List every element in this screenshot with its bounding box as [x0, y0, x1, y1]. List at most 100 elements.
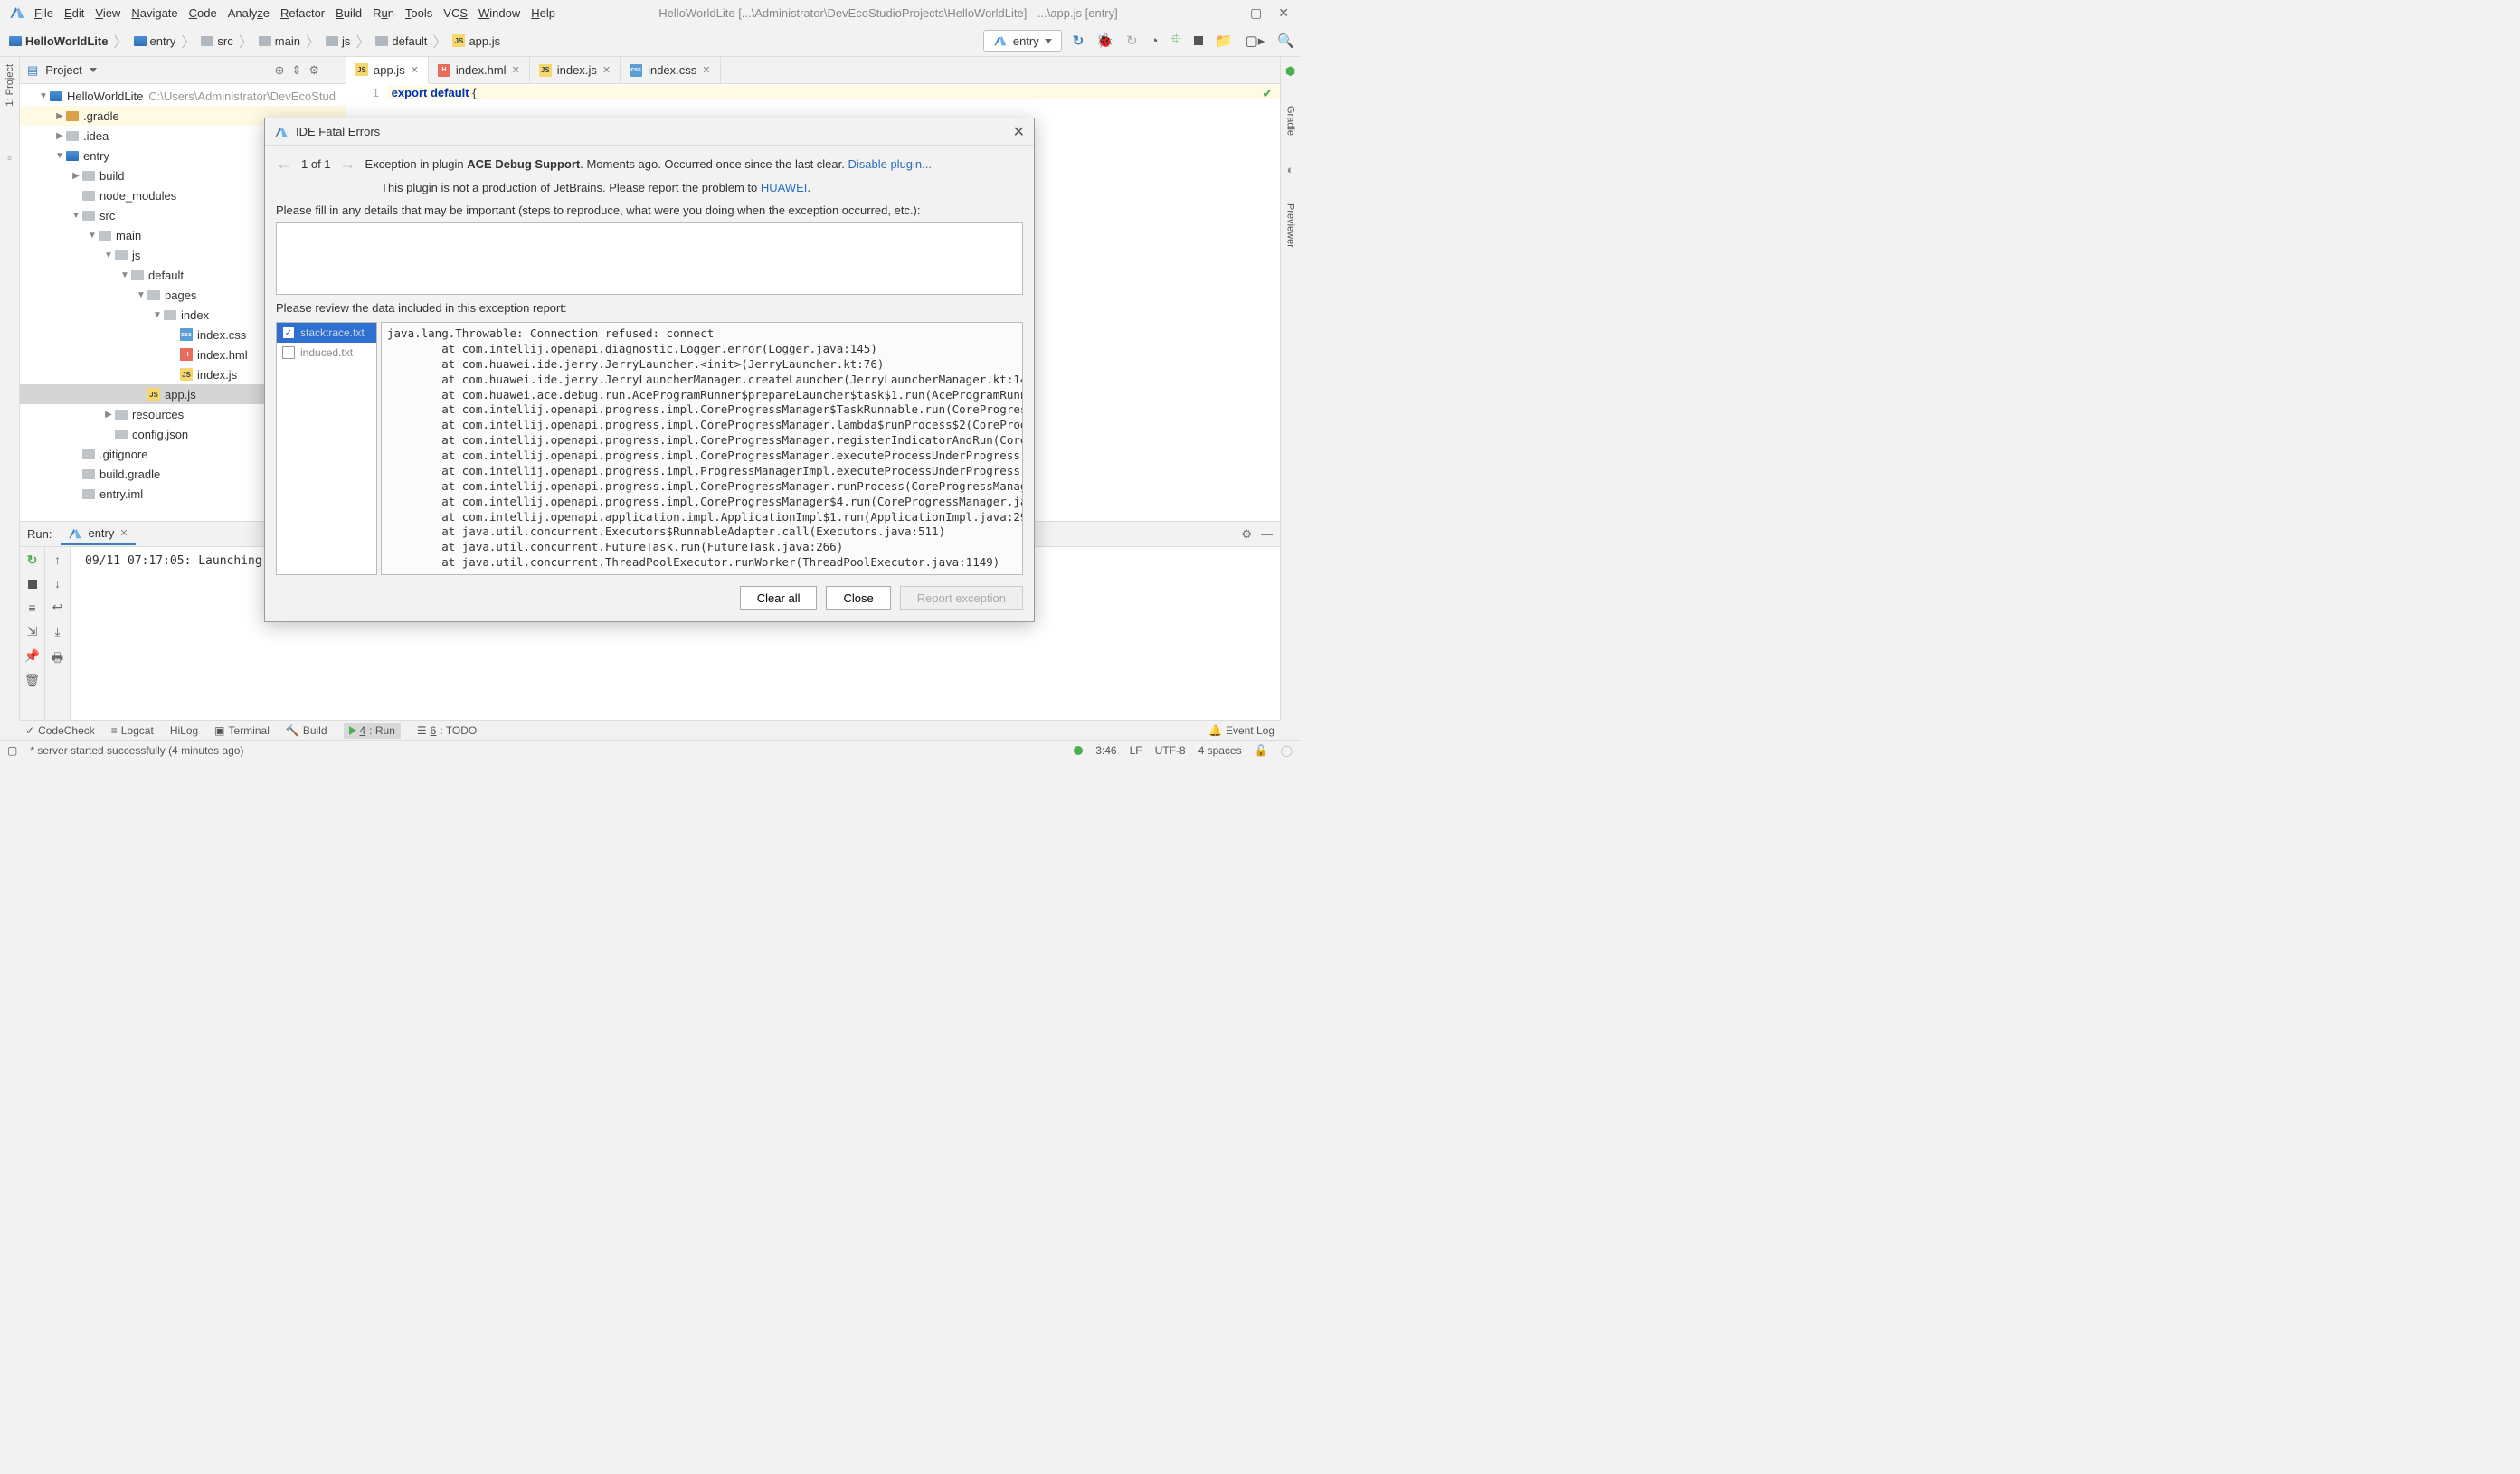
toolwindow-previewer-tab[interactable]: Previewer	[1285, 203, 1296, 248]
close-tab-icon[interactable]: ✕	[602, 64, 611, 76]
menu-window[interactable]: Window	[478, 6, 520, 20]
crumb-project[interactable]: HelloWorldLite	[5, 34, 111, 48]
tab-hilog[interactable]: HiLog	[170, 724, 198, 737]
line-separator[interactable]: LF	[1130, 744, 1142, 757]
crumb-main[interactable]: main	[255, 34, 304, 48]
stop-button[interactable]	[1194, 33, 1203, 49]
toolwindow-gradle-tab[interactable]: Gradle	[1285, 106, 1296, 136]
stacktrace-viewer[interactable]: java.lang.Throwable: Connection refused:…	[381, 322, 1023, 575]
indent-info[interactable]: 4 spaces	[1198, 744, 1242, 757]
up-button[interactable]: ↑	[54, 553, 61, 567]
minimize-button[interactable]: —	[1221, 5, 1234, 21]
menu-analyze[interactable]: Analyze	[228, 6, 270, 20]
open-connected-button[interactable]: 📁	[1216, 33, 1233, 49]
editor-tab-app-js[interactable]: JSapp.js✕	[346, 57, 429, 84]
dump-threads-button[interactable]: ⇲	[27, 624, 38, 639]
attachment-induced[interactable]: induced.txt	[277, 343, 376, 363]
rerun-button[interactable]: ↻	[27, 553, 38, 568]
hide-run-button[interactable]: —	[1261, 527, 1273, 541]
profiler-button[interactable]: ◔	[1151, 33, 1159, 49]
readonly-lock-icon[interactable]: 🔓	[1255, 744, 1268, 757]
folder-icon	[134, 36, 147, 46]
crumb-src[interactable]: src	[197, 34, 236, 48]
run-coverage-button[interactable]: ↻	[1126, 33, 1138, 49]
down-button[interactable]: ↓	[54, 576, 61, 591]
next-error-button[interactable]: →	[340, 155, 356, 174]
crumb-entry[interactable]: entry	[130, 34, 180, 48]
memory-indicator-icon[interactable]: ◯	[1281, 744, 1293, 757]
previewer-tool-icon[interactable]: ◐	[1287, 163, 1294, 176]
tree-item-HelloWorldLite[interactable]: ▼HelloWorldLiteC:\Users\Administrator\De…	[20, 86, 346, 106]
menu-navigate[interactable]: Navigate	[131, 6, 177, 20]
crumb-js[interactable]: js	[322, 34, 354, 48]
refresh-button[interactable]: ↻	[1073, 33, 1085, 49]
tab-run[interactable]: 4: Run	[344, 723, 401, 739]
inspection-ok-icon[interactable]: ✔	[1262, 86, 1273, 101]
dialog-close-icon[interactable]: ✕	[1013, 123, 1025, 141]
tab-logcat[interactable]: ≡ Logcat	[111, 724, 154, 737]
checkbox-icon[interactable]: ✓	[282, 326, 295, 339]
print-button[interactable]: 🖶	[52, 648, 63, 670]
editor-tab-index-css[interactable]: cssindex.css✕	[621, 57, 720, 83]
project-view-title[interactable]: Project	[45, 63, 81, 77]
layout-button[interactable]: ≡	[28, 600, 35, 615]
crumb-default[interactable]: default	[372, 34, 431, 48]
close-run-tab-icon[interactable]: ✕	[119, 527, 128, 539]
gradle-tool-icon[interactable]: ⬢	[1285, 64, 1295, 79]
tab-build[interactable]: 🔨 Build	[286, 724, 327, 737]
checkbox-icon[interactable]	[282, 346, 295, 359]
disable-plugin-link[interactable]: Disable plugin...	[848, 157, 932, 171]
tab-codecheck[interactable]: ✓ CodeCheck	[25, 724, 95, 737]
details-textarea[interactable]	[276, 222, 1023, 295]
debug-button[interactable]: 🐞	[1096, 33, 1113, 49]
menu-build[interactable]: Build	[336, 6, 362, 20]
scroll-end-button[interactable]: ⤓	[54, 624, 60, 639]
file-encoding[interactable]: UTF-8	[1155, 744, 1186, 757]
settings-gear-icon[interactable]: ⚙	[308, 63, 319, 78]
status-icon[interactable]: ▢	[7, 744, 17, 757]
menu-file[interactable]: FFileile	[34, 6, 53, 20]
menu-edit[interactable]: Edit	[64, 6, 84, 20]
soft-wrap-button[interactable]: ↩	[52, 600, 63, 615]
tab-eventlog[interactable]: 🔔 Event Log	[1208, 724, 1274, 737]
close-tab-icon[interactable]: ✕	[411, 64, 419, 76]
expand-all-button[interactable]: ⇕	[291, 63, 301, 78]
close-tab-icon[interactable]: ✕	[512, 64, 520, 76]
delete-button[interactable]: 🗑	[24, 673, 41, 688]
attach-debug-button[interactable]: ⯐	[1171, 30, 1181, 52]
attachment-list[interactable]: ✓ stacktrace.txt induced.txt	[276, 322, 377, 575]
prev-error-button[interactable]: ←	[276, 155, 292, 174]
search-everywhere-button[interactable]: 🔍	[1277, 33, 1294, 49]
menu-help[interactable]: Help	[531, 6, 555, 20]
select-opened-file-button[interactable]: ⊕	[275, 63, 285, 78]
connection-ok-icon	[1074, 746, 1083, 755]
maximize-button[interactable]: ▢	[1250, 5, 1262, 21]
menu-run[interactable]: Run	[373, 6, 394, 20]
close-window-button[interactable]: ✕	[1278, 5, 1289, 21]
run-config-tab[interactable]: entry ✕	[61, 524, 135, 545]
close-button[interactable]: Close	[826, 586, 890, 610]
caret-position[interactable]: 3:46	[1095, 744, 1116, 757]
pin-button[interactable]: 📌	[24, 648, 40, 664]
stop-run-button[interactable]	[28, 577, 37, 591]
editor-tab-index-js[interactable]: JSindex.js✕	[530, 57, 621, 83]
clear-all-button[interactable]: Clear all	[740, 586, 818, 610]
menu-code[interactable]: Code	[189, 6, 217, 20]
attachment-stacktrace[interactable]: ✓ stacktrace.txt	[277, 323, 376, 343]
menu-tools[interactable]: Tools	[405, 6, 432, 20]
avd-button[interactable]: ▢▸	[1246, 33, 1265, 49]
report-vendor-link[interactable]: HUAWEI	[761, 181, 808, 194]
menu-view[interactable]: View	[95, 6, 120, 20]
toolwindow-project-tab[interactable]: 1: Project	[5, 64, 15, 106]
tab-todo[interactable]: ☰ 6: TODO	[417, 724, 477, 737]
run-configuration-select[interactable]: entry	[983, 30, 1062, 52]
editor-tab-index-hml[interactable]: Hindex.hml✕	[429, 57, 530, 83]
menu-refactor[interactable]: Refactor	[280, 6, 325, 20]
menu-vcs[interactable]: VCS	[443, 6, 468, 20]
close-tab-icon[interactable]: ✕	[702, 64, 710, 76]
run-settings-icon[interactable]: ⚙	[1241, 527, 1252, 542]
tab-terminal[interactable]: ▣ Terminal	[214, 724, 270, 737]
hide-button[interactable]: —	[327, 63, 338, 77]
crumb-file[interactable]: JSapp.js	[449, 34, 504, 48]
bookmark-icon[interactable]: ▫	[7, 151, 12, 165]
